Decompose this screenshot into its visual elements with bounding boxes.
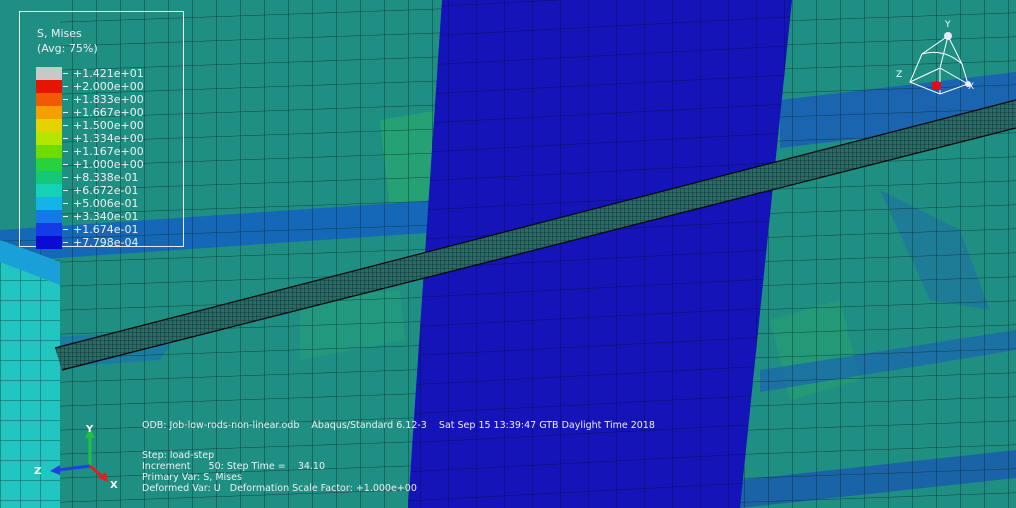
contour-legend: S, Mises (Avg: 75%) +1.421e+01 +2.000e+00…	[19, 11, 184, 249]
deformed-var-line: Deformed Var: U Deformation Scale Factor…	[142, 483, 417, 494]
legend-tick	[63, 73, 68, 74]
legend-swatch	[36, 67, 62, 80]
legend-tick	[63, 190, 68, 191]
odb-info-line: ODB: Job-low-rods-non-linear.odb Abaqus/…	[142, 420, 655, 431]
legend-tick	[63, 125, 68, 126]
legend-value: +1.421e+01	[73, 67, 144, 80]
legend-value: +1.167e+00	[73, 145, 144, 158]
legend-tick	[63, 177, 68, 178]
legend-swatch	[36, 132, 62, 145]
legend-tick	[63, 242, 68, 243]
view-triad[interactable]	[900, 24, 980, 104]
legend-value: +7.798e-04	[73, 236, 139, 249]
model-viewport[interactable]: S, Mises (Avg: 75%) +1.421e+01 +2.000e+00…	[0, 0, 1016, 508]
legend-value: +1.674e-01	[73, 223, 139, 236]
legend-swatch	[36, 197, 62, 210]
legend-swatch	[36, 80, 62, 93]
increment-info-line: Increment 50: Step Time = 34.10	[142, 461, 326, 472]
legend-tick	[63, 86, 68, 87]
legend-tick	[63, 203, 68, 204]
legend-tick	[63, 99, 68, 100]
primary-var-line: Primary Var: S, Mises	[142, 472, 242, 483]
axis-triad	[50, 428, 108, 482]
legend-tick	[63, 138, 68, 139]
legend-value: +1.500e+00	[73, 119, 144, 132]
legend-swatch	[36, 119, 62, 132]
legend-value: +1.833e+00	[73, 93, 144, 106]
legend-swatch	[36, 106, 62, 119]
legend-value: +1.000e+00	[73, 158, 144, 171]
legend-value: +3.340e-01	[73, 210, 139, 223]
legend-tick	[63, 164, 68, 165]
legend-swatch	[36, 93, 62, 106]
view-triad-y-label: Y	[945, 20, 951, 30]
legend-value: +1.334e+00	[73, 132, 144, 145]
legend-value: +1.667e+00	[73, 106, 144, 119]
legend-tick	[63, 216, 68, 217]
legend-swatch	[36, 236, 62, 249]
triad-z-label: Z	[34, 466, 42, 477]
legend-value: +5.006e-01	[73, 197, 139, 210]
legend-swatch	[36, 210, 62, 223]
view-triad-z-label: Z	[896, 70, 903, 80]
view-triad-x-label: X	[968, 82, 975, 92]
legend-tick	[63, 112, 68, 113]
legend-swatch	[36, 158, 62, 171]
legend-value: +2.000e+00	[73, 80, 144, 93]
legend-swatch	[36, 145, 62, 158]
legend-tick	[63, 151, 68, 152]
legend-subtitle: (Avg: 75%)	[37, 42, 98, 55]
legend-swatch	[36, 184, 62, 197]
triad-y-label: Y	[86, 424, 94, 435]
legend-value: +8.338e-01	[73, 171, 139, 184]
triad-x-label: X	[110, 480, 118, 491]
legend-tick	[63, 229, 68, 230]
step-info-line: Step: load-step	[142, 450, 215, 461]
legend-swatch	[36, 223, 62, 236]
legend-title: S, Mises	[37, 27, 82, 40]
legend-value: +6.672e-01	[73, 184, 139, 197]
legend-swatch	[36, 171, 62, 184]
